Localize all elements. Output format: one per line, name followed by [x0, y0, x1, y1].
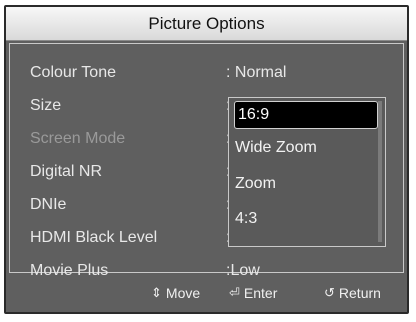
- picture-options-window: Picture Options Colour Tone : Normal Siz…: [4, 5, 409, 314]
- size-option-zoom[interactable]: Zoom: [235, 170, 276, 198]
- enter-hint: ⏎ Enter: [229, 285, 277, 301]
- move-hint: ⇕ Move: [151, 285, 200, 301]
- menu-item-screen-mode: Screen Mode: [30, 130, 126, 147]
- move-label: Move: [165, 285, 201, 301]
- menu-item-digital-nr[interactable]: Digital NR: [30, 159, 102, 185]
- menu-item-colour-tone[interactable]: Colour Tone: [30, 60, 116, 86]
- menu-item-hdmi-black-level[interactable]: HDMI Black Level: [30, 225, 157, 251]
- dropdown-scrollbar[interactable]: [378, 101, 382, 242]
- menu-item-size[interactable]: Size: [30, 93, 61, 119]
- size-dropdown: 16:9 Wide Zoom Zoom 4:3: [228, 97, 386, 247]
- return-arrow-icon: ↺: [324, 285, 335, 300]
- size-option-wide-zoom[interactable]: Wide Zoom: [235, 134, 317, 162]
- enter-label: Enter: [243, 285, 278, 301]
- return-label: Return: [338, 285, 381, 301]
- menu-item-dnie[interactable]: DNIe: [30, 192, 66, 218]
- return-hint: ↺ Return: [324, 285, 381, 301]
- enter-icon: ⏎: [229, 285, 240, 300]
- size-option-16-9[interactable]: 16:9: [234, 101, 378, 129]
- size-option-4-3[interactable]: 4:3: [235, 205, 257, 233]
- colour-tone-value: : Normal: [226, 64, 287, 81]
- window-title: Picture Options: [6, 7, 407, 41]
- footer-hints: ⇕ Move ⏎ Enter ↺ Return: [6, 274, 407, 312]
- updown-arrows-icon: ⇕: [151, 285, 162, 300]
